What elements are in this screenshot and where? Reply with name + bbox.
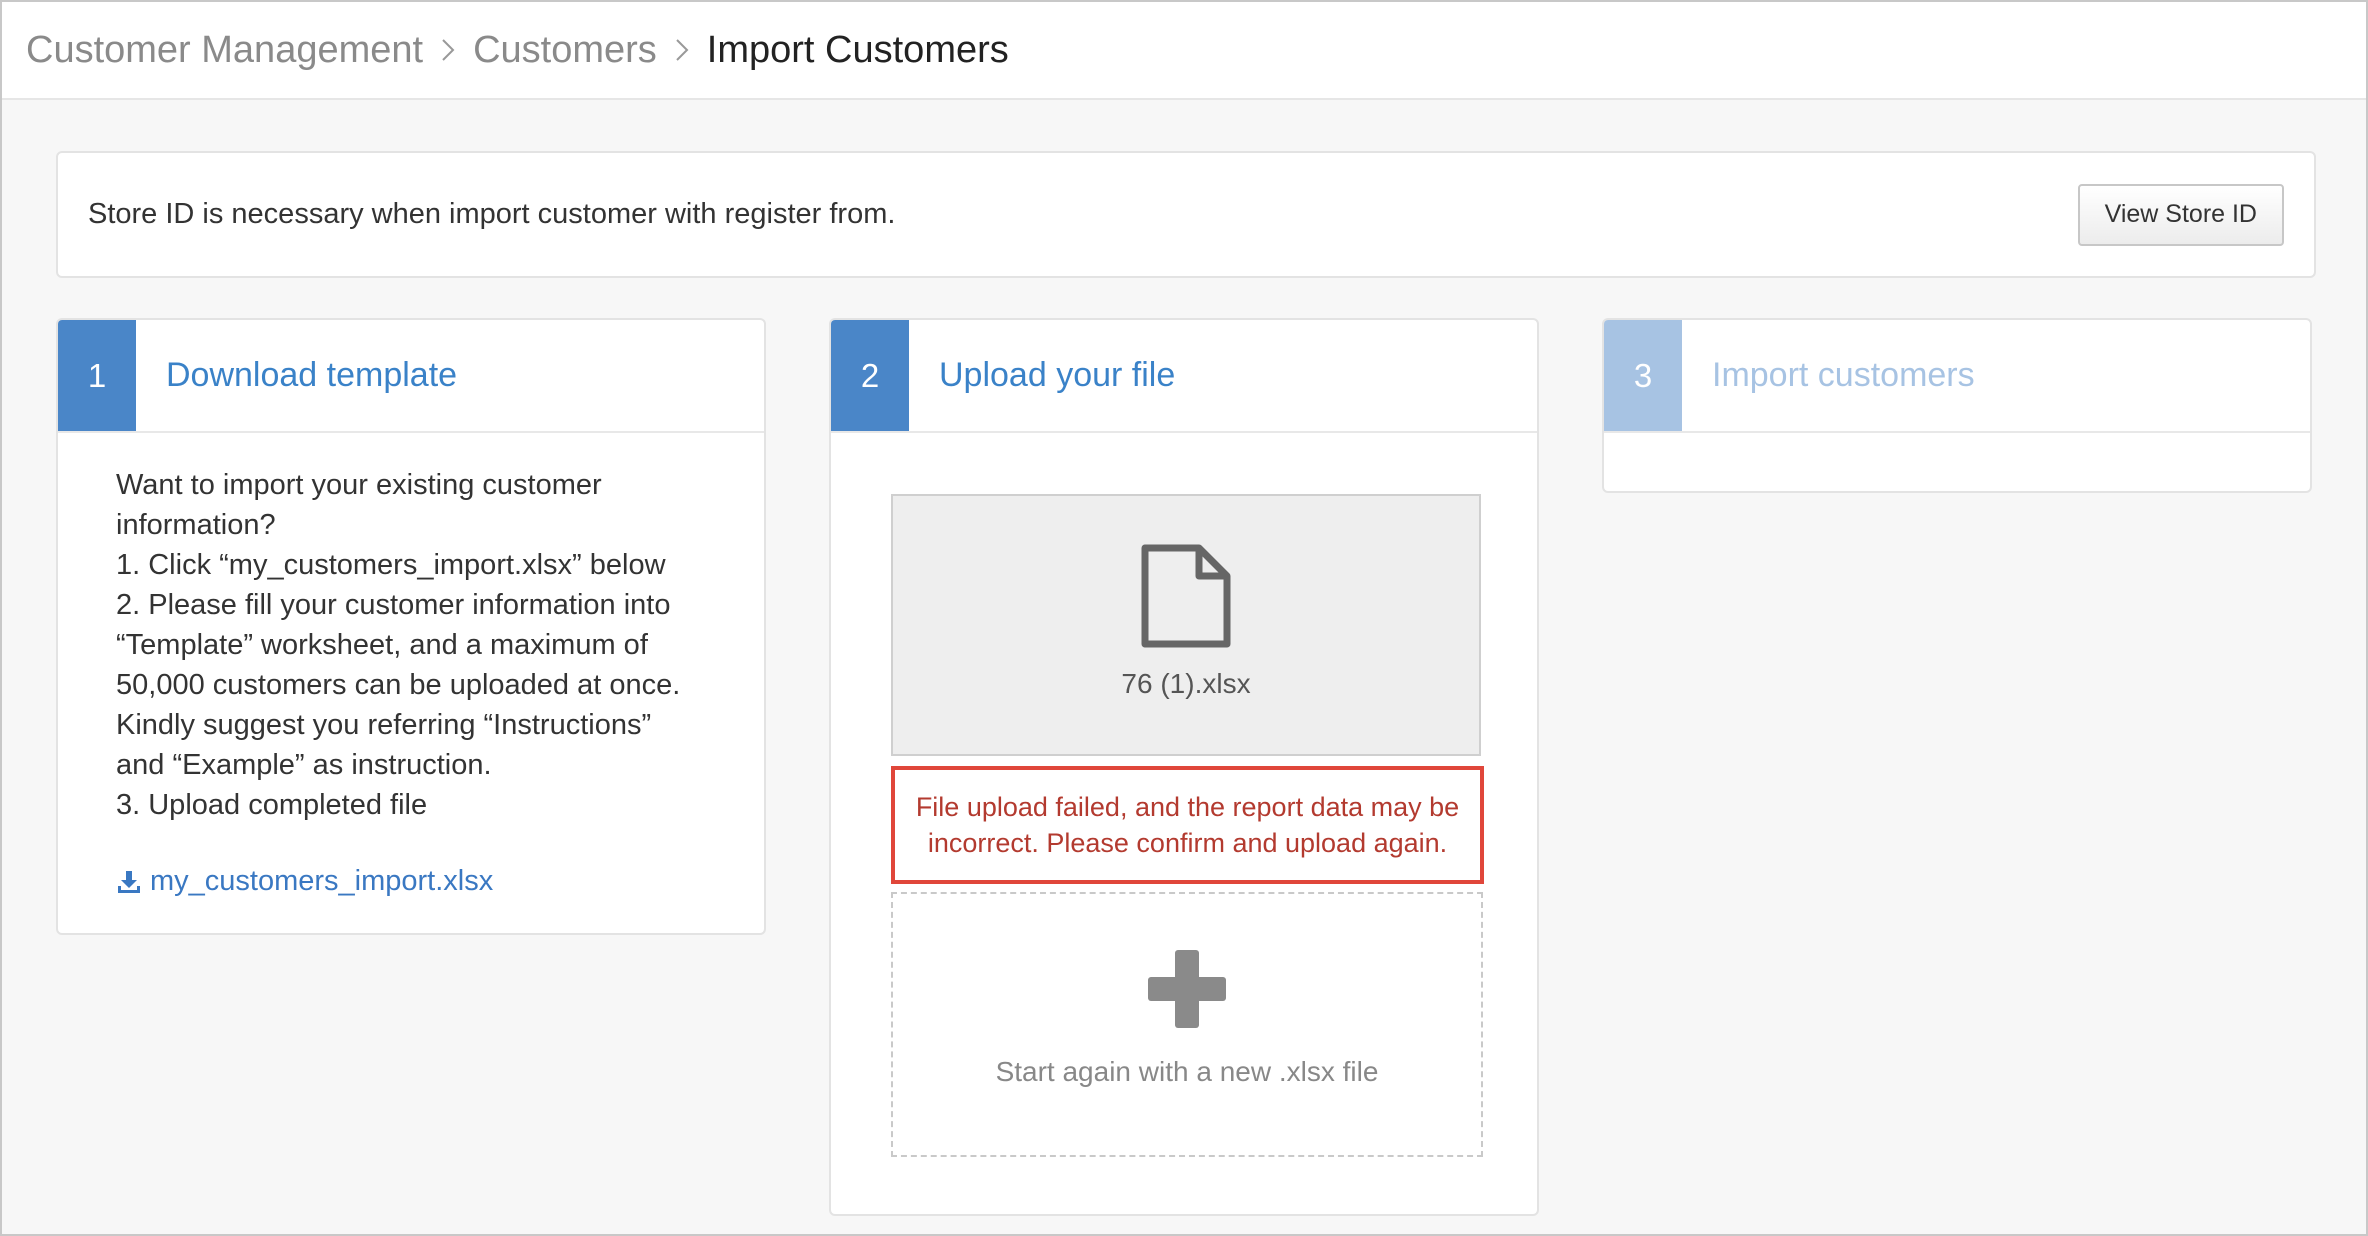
step-title: Upload your file — [939, 356, 1176, 394]
instruction-line: 1. Click “my_customers_import.xlsx” belo… — [116, 549, 666, 581]
instruction-line: and “Example” as instruction. — [116, 749, 492, 781]
breadcrumb-bar: Customer Management Customers Import Cus… — [2, 2, 2366, 100]
instruction-line: 50,000 customers can be uploaded at once… — [116, 669, 681, 701]
instruction-line: “Template” worksheet, and a maximum of — [116, 629, 648, 661]
breadcrumb-customer-management[interactable]: Customer Management — [26, 29, 423, 72]
step-header: 2 Upload your file — [831, 320, 1537, 433]
uploaded-file-preview: 76 (1).xlsx — [891, 494, 1481, 756]
plus-icon — [1148, 950, 1226, 1028]
chevron-right-icon — [441, 38, 455, 62]
instruction-line: information? — [116, 509, 276, 541]
instruction-line: Want to import your existing customer — [116, 469, 602, 501]
upload-error-message: File upload failed, and the report data … — [891, 766, 1484, 884]
step-number: 1 — [58, 320, 136, 431]
step-number: 3 — [1604, 320, 1682, 431]
dropzone-label: Start again with a new .xlsx file — [995, 1056, 1379, 1087]
download-link-label: my_customers_import.xlsx — [150, 865, 494, 897]
download-template-link[interactable]: my_customers_import.xlsx — [116, 865, 493, 898]
step-import-customers-card: 3 Import customers — [1602, 318, 2312, 493]
uploaded-file-name: 76 (1).xlsx — [1121, 668, 1251, 699]
template-instructions: Want to import your existing customer in… — [58, 433, 764, 825]
step-title: Import customers — [1712, 356, 1975, 394]
breadcrumb-customers[interactable]: Customers — [473, 29, 657, 72]
upload-new-file-dropzone[interactable]: Start again with a new .xlsx file — [891, 892, 1483, 1157]
step-title: Download template — [166, 356, 458, 394]
view-store-id-button[interactable]: View Store ID — [2077, 183, 2284, 246]
instruction-line: 3. Upload completed file — [116, 789, 428, 821]
file-icon — [1141, 544, 1231, 648]
notice-text: Store ID is necessary when import custom… — [88, 198, 896, 230]
chevron-right-icon — [675, 38, 689, 62]
step-download-template-card: 1 Download template Want to import your … — [56, 318, 766, 935]
download-icon — [118, 870, 140, 893]
step-upload-file-card: 2 Upload your file 76 (1).xlsx File uplo… — [829, 318, 1539, 1216]
breadcrumb-current-page: Import Customers — [706, 28, 1009, 71]
step-header: 1 Download template — [58, 320, 764, 433]
step-number: 2 — [831, 320, 909, 431]
instruction-line: Kindly suggest you referring “Instructio… — [116, 709, 652, 741]
store-id-notice: Store ID is necessary when import custom… — [56, 151, 2316, 278]
step-header: 3 Import customers — [1604, 320, 2310, 433]
instruction-line: 2. Please fill your customer information… — [116, 589, 671, 621]
